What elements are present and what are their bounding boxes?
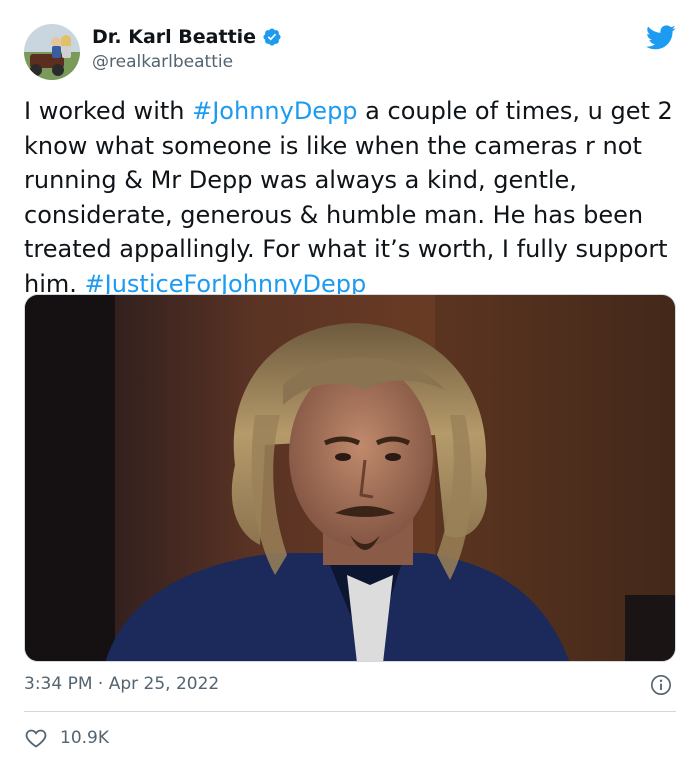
tweet-media-photo[interactable] <box>24 294 676 662</box>
like-count: 10.9K <box>60 728 109 748</box>
tweet-time: 3:34 PM <box>24 674 93 694</box>
like-button[interactable]: 10.9K <box>24 726 109 750</box>
author-handle[interactable]: @realkarlbeattie <box>92 52 233 72</box>
avatar-photo-icon <box>24 24 80 80</box>
avatar[interactable] <box>24 24 80 80</box>
info-icon[interactable] <box>650 674 672 696</box>
heart-icon <box>25 729 47 748</box>
tweet-date: Apr 25, 2022 <box>108 674 220 694</box>
tweet-text-segment: a couple of times, u get 2 know what som… <box>24 97 673 298</box>
tweet-timestamp[interactable]: 3:34 PM · Apr 25, 2022 <box>24 674 219 694</box>
tweet-text: I worked with #JohnnyDepp a couple of ti… <box>24 94 684 301</box>
author-name[interactable]: Dr. Karl Beattie <box>92 26 256 48</box>
verified-badge-icon <box>263 28 281 46</box>
author-name-row: Dr. Karl Beattie <box>92 24 282 50</box>
portrait-photo <box>25 295 675 661</box>
twitter-bird-icon[interactable] <box>646 22 676 52</box>
tweet-card: Dr. Karl Beattie @realkarlbeattie I work… <box>0 0 700 764</box>
hashtag-link[interactable]: #JohnnyDepp <box>192 97 357 125</box>
meta-separator: · <box>97 674 104 694</box>
divider <box>24 711 676 712</box>
tweet-text-segment: I worked with <box>24 97 193 125</box>
